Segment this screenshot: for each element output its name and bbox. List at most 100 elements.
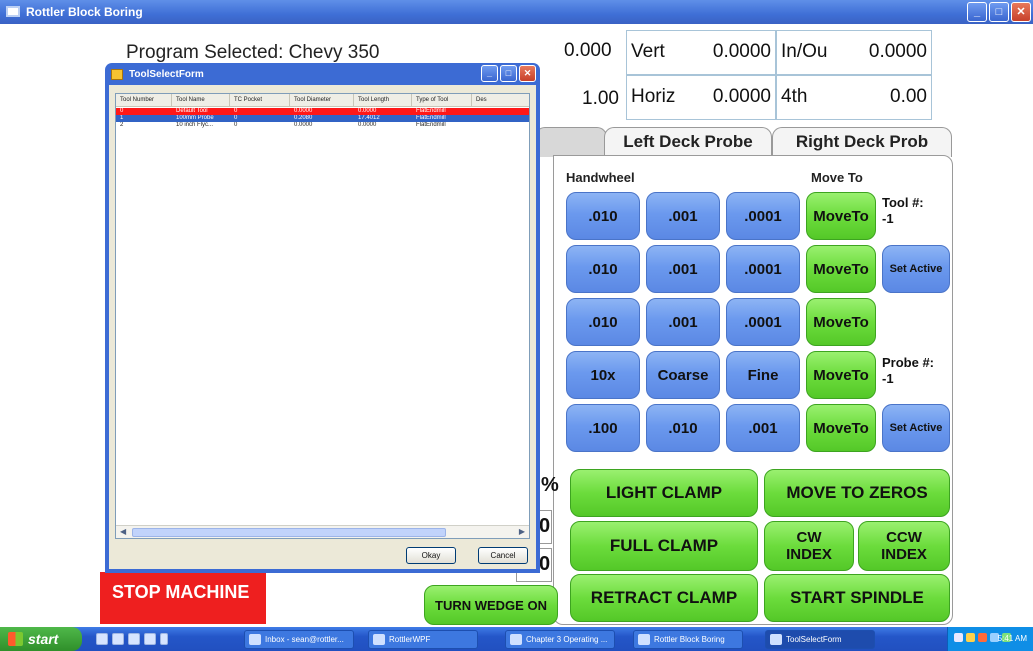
quicklaunch-ie-icon[interactable] xyxy=(112,633,124,645)
handwheel-10x-button[interactable]: 10x xyxy=(566,351,640,399)
scroll-thumb[interactable] xyxy=(132,528,446,537)
table-cell: 0.0000 xyxy=(358,122,377,128)
ccw-index-button[interactable]: CCW INDEX xyxy=(858,521,950,571)
handwheel-0001-button-3[interactable]: .0001 xyxy=(726,298,800,346)
dialog-window-controls: _ □ ✕ xyxy=(481,65,536,82)
handwheel-010-button-3[interactable]: .010 xyxy=(566,298,640,346)
tool-list[interactable]: Tool Number Tool Name TC Pocket Tool Dia… xyxy=(115,93,530,539)
scroll-left-icon[interactable]: ◀ xyxy=(120,527,126,536)
handwheel-coarse-button[interactable]: Coarse xyxy=(646,351,720,399)
task-toolselectform[interactable]: ToolSelectForm xyxy=(765,630,875,649)
task-inbox[interactable]: Inbox - sean@rottler... xyxy=(244,630,354,649)
table-row[interactable]: 0 Default Tool 0 0.0000 0.0000 FlatEndmi… xyxy=(116,108,529,115)
table-row[interactable]: 1 100mm Probe 0 0.2080 17.4012 FlatEndmi… xyxy=(116,115,529,122)
clock[interactable]: 5:41 AM xyxy=(998,634,1027,643)
col-tc-pocket[interactable]: TC Pocket xyxy=(230,94,290,107)
maximize-icon[interactable]: □ xyxy=(989,2,1009,22)
quicklaunch-desktop-icon[interactable] xyxy=(128,633,140,645)
col-tool-number[interactable]: Tool Number xyxy=(116,94,172,107)
window-titlebar[interactable]: Rottler Block Boring _ □ ✕ xyxy=(0,0,1033,24)
turn-wedge-on-button[interactable]: TURN WEDGE ON xyxy=(424,585,558,625)
probe-number-value: -1 xyxy=(882,371,894,386)
handwheel-100-button[interactable]: .100 xyxy=(566,404,640,452)
task-rottler-block-boring[interactable]: Rottler Block Boring xyxy=(633,630,743,649)
handwheel-010-button-5[interactable]: .010 xyxy=(646,404,720,452)
handwheel-fine-button[interactable]: Fine xyxy=(726,351,800,399)
move-to-zeros-button[interactable]: MOVE TO ZEROS xyxy=(764,469,950,517)
document-icon xyxy=(510,634,522,645)
col-description[interactable]: Des xyxy=(472,94,529,107)
handwheel-010-button-2[interactable]: .010 xyxy=(566,245,640,293)
taskbar: start Inbox - sean@rottler... RottlerWPF… xyxy=(0,627,1033,651)
fourth-axis-value: 0.00 xyxy=(890,86,927,107)
full-clamp-button[interactable]: FULL CLAMP xyxy=(570,521,758,571)
move-to-button-2[interactable]: MoveTo xyxy=(806,245,876,293)
light-clamp-button[interactable]: LIGHT CLAMP xyxy=(570,469,758,517)
table-row[interactable]: 2 10 inch Flyc... 0 0.0000 0.0000 FlatEn… xyxy=(116,122,529,129)
tab-right-deck-probe[interactable]: Right Deck Prob xyxy=(772,127,952,157)
fourth-axis-readout: 4th 0.00 xyxy=(776,75,932,120)
table-cell: 0.0000 xyxy=(358,108,377,114)
dialog-form-icon xyxy=(111,69,123,80)
col-tool-name[interactable]: Tool Name xyxy=(172,94,230,107)
quicklaunch-browser-icon[interactable] xyxy=(96,633,108,645)
cw-index-button[interactable]: CW INDEX xyxy=(764,521,854,571)
dialog-minimize-icon[interactable]: _ xyxy=(481,65,498,82)
handwheel-010-button-1[interactable]: .010 xyxy=(566,192,640,240)
window-title: Rottler Block Boring xyxy=(26,5,143,19)
minimize-icon[interactable]: _ xyxy=(967,2,987,22)
program-selected-label: Program Selected: Chevy 350 xyxy=(126,42,380,63)
cancel-button[interactable]: Cancel xyxy=(478,547,528,564)
inout-value: 0.0000 xyxy=(868,41,927,62)
horizontal-scrollbar[interactable]: ◀ ▶ xyxy=(116,525,529,538)
table-cell: 0 xyxy=(234,115,238,121)
tab-hidden[interactable] xyxy=(535,127,607,157)
tray-network-icon[interactable] xyxy=(954,633,963,642)
handwheel-0001-button-2[interactable]: .0001 xyxy=(726,245,800,293)
task-label: RottlerWPF xyxy=(389,635,431,644)
retract-clamp-button[interactable]: RETRACT CLAMP xyxy=(570,574,758,622)
table-cell: 2 xyxy=(120,122,124,128)
quicklaunch-outlook-icon[interactable] xyxy=(144,633,156,645)
tray-security-icon[interactable] xyxy=(966,633,975,642)
move-to-button-1[interactable]: MoveTo xyxy=(806,192,876,240)
task-rottlerwpf[interactable]: RottlerWPF xyxy=(368,630,478,649)
col-tool-diameter[interactable]: Tool Diameter xyxy=(290,94,354,107)
set-active-probe-button[interactable]: Set Active xyxy=(882,404,950,452)
form-icon xyxy=(770,634,782,645)
handwheel-0001-button-1[interactable]: .0001 xyxy=(726,192,800,240)
handwheel-001-button-3[interactable]: .001 xyxy=(646,298,720,346)
table-cell: FlatEndmill xyxy=(416,122,446,128)
dialog-close-icon[interactable]: ✕ xyxy=(519,65,536,82)
task-chapter3[interactable]: Chapter 3 Operating ... xyxy=(505,630,615,649)
tray-alert-icon[interactable] xyxy=(978,633,987,642)
col-tool-length[interactable]: Tool Length xyxy=(354,94,412,107)
table-cell: FlatEndmill xyxy=(416,108,446,114)
stop-machine-button[interactable]: STOP MACHINE xyxy=(100,572,266,624)
dialog-maximize-icon[interactable]: □ xyxy=(500,65,517,82)
table-cell: 0.0000 xyxy=(294,108,313,114)
table-cell: 0.0000 xyxy=(294,122,313,128)
okay-button[interactable]: Okay xyxy=(406,547,456,564)
handwheel-001-button-1[interactable]: .001 xyxy=(646,192,720,240)
dialog-titlebar[interactable]: ToolSelectForm _ □ ✕ xyxy=(105,63,540,85)
vert-label: Vert xyxy=(631,41,665,62)
scroll-right-icon[interactable]: ▶ xyxy=(519,527,525,536)
handwheel-001-button-5[interactable]: .001 xyxy=(726,404,800,452)
value-field-b-text: 0 xyxy=(539,553,551,575)
tab-left-deck-probe[interactable]: Left Deck Probe xyxy=(604,127,772,157)
handwheel-001-button-2[interactable]: .001 xyxy=(646,245,720,293)
horiz-label: Horiz xyxy=(631,86,676,107)
close-icon[interactable]: ✕ xyxy=(1011,2,1031,22)
tool-list-header: Tool Number Tool Name TC Pocket Tool Dia… xyxy=(116,94,529,107)
move-to-button-3[interactable]: MoveTo xyxy=(806,298,876,346)
start-spindle-button[interactable]: START SPINDLE xyxy=(764,574,950,622)
set-active-tool-button[interactable]: Set Active xyxy=(882,245,950,293)
quicklaunch-more-icon[interactable] xyxy=(160,633,168,645)
dialog-title: ToolSelectForm xyxy=(129,69,204,80)
inout-readout: In/Ou 0.0000 xyxy=(776,30,932,75)
start-button[interactable]: start xyxy=(0,627,82,651)
move-to-button-4[interactable]: MoveTo xyxy=(806,351,876,399)
move-to-button-5[interactable]: MoveTo xyxy=(806,404,876,452)
col-type-of-tool[interactable]: Type of Tool xyxy=(412,94,472,107)
